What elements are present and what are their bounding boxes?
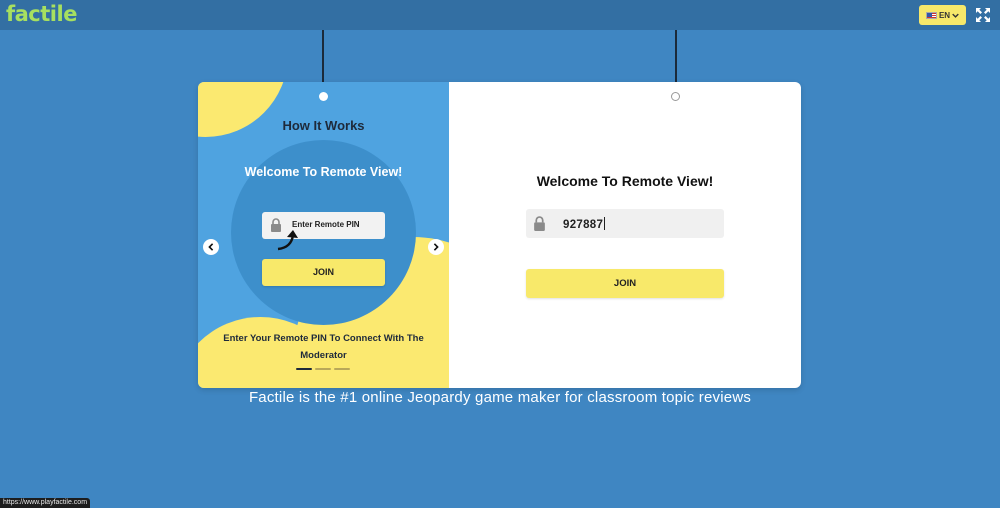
how-it-works-title: How It Works [282, 118, 365, 133]
chevron-left-icon [208, 243, 214, 251]
remote-view-title: Welcome To Remote View! [536, 173, 714, 189]
curved-arrow-icon [277, 230, 298, 251]
lock-icon [534, 216, 545, 231]
slide-indicator-2[interactable] [315, 368, 331, 370]
how-it-works-panel: How It Works Welcome To Remote View! Ent… [198, 82, 449, 388]
tagline: Factile is the #1 online Jeopardy game m… [248, 389, 752, 406]
slide-indicator-1[interactable] [296, 368, 312, 370]
demo-join-button: JOIN [262, 259, 385, 286]
join-button[interactable]: JOIN [526, 269, 724, 298]
demo-circle-title: Welcome To Remote View! [244, 165, 403, 179]
language-label: EN [938, 10, 951, 20]
remote-pin-input[interactable]: 927887 [526, 209, 724, 238]
demo-circle: Welcome To Remote View! Enter Remote PIN… [231, 140, 416, 325]
next-slide-button[interactable] [428, 239, 444, 255]
remote-pin-value: 927887 [563, 217, 606, 231]
prev-slide-button[interactable] [203, 239, 219, 255]
demo-pin-input: Enter Remote PIN [262, 212, 385, 251]
language-selector[interactable]: EN [919, 5, 966, 25]
factile-logo[interactable]: factile [6, 2, 77, 26]
status-bar-url: https://www.playfactile.com [0, 498, 91, 508]
remote-view-card: How It Works Welcome To Remote View! Ent… [198, 82, 801, 388]
hanging-pin-left [319, 92, 328, 101]
slide-caption: Enter Your Remote PIN To Connect With Th… [223, 333, 424, 361]
slide-indicator-3[interactable] [334, 368, 350, 370]
fullscreen-icon[interactable] [975, 7, 991, 23]
hanging-pin-right [671, 92, 680, 101]
us-flag-icon [925, 11, 937, 19]
demo-pin-placeholder: Enter Remote PIN [292, 220, 360, 229]
chevron-right-icon [433, 243, 439, 251]
chevron-down-icon [952, 13, 959, 18]
top-bar: factile EN [0, 0, 1000, 30]
